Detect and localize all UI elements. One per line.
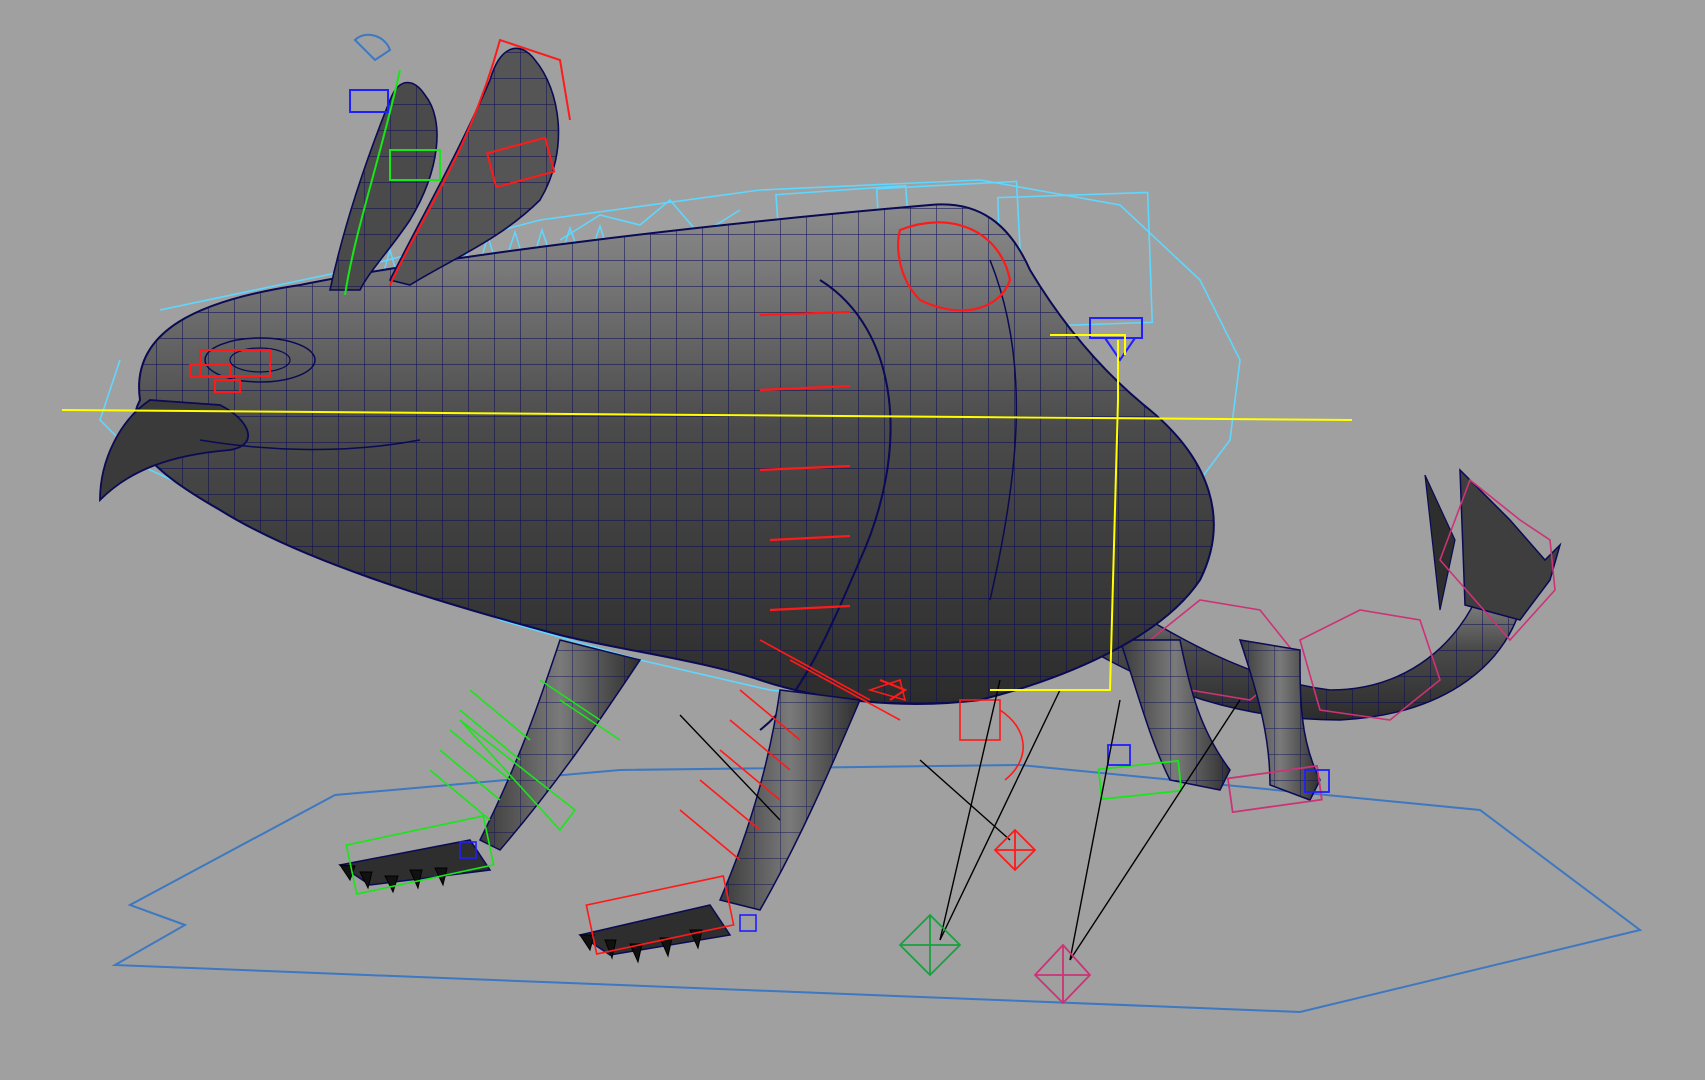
ground-placement-control[interactable]: [111, 763, 1643, 1014]
pole-vector-locators[interactable]: [898, 828, 1092, 1005]
body-mesh: [133, 203, 1215, 731]
rear-leg-left-mesh: [1238, 639, 1321, 801]
3d-viewport[interactable]: [0, 0, 1705, 1080]
front-leg-left-mesh: [578, 689, 862, 956]
viewport-canvas[interactable]: [0, 0, 1705, 1080]
